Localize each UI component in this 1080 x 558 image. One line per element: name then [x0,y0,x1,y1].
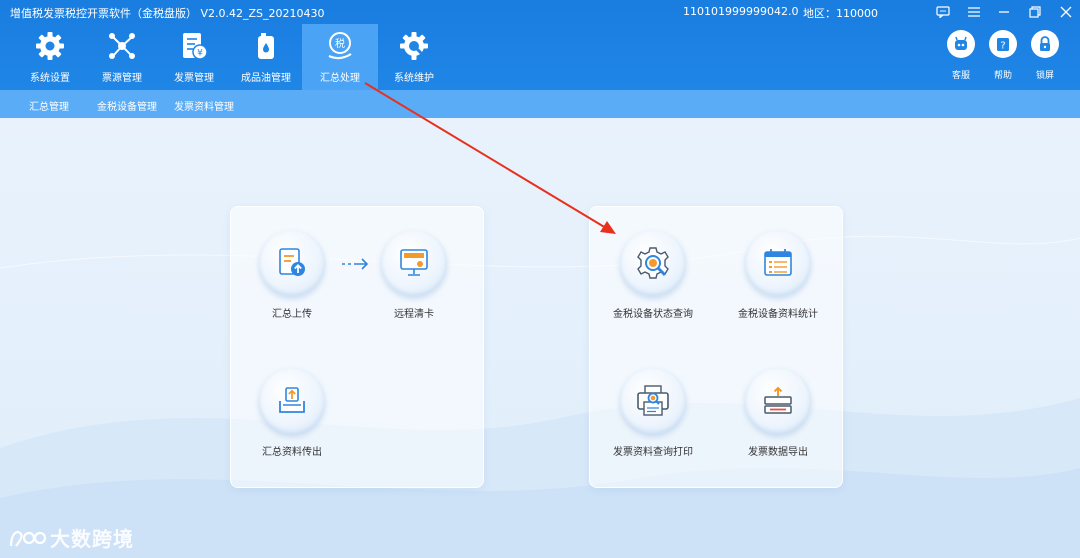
nav-ticket-source[interactable]: 票源管理 [86,24,158,90]
tool-label: 帮助 [993,71,1012,81]
func-label: 发票数据导出 [748,447,808,458]
summary-export-icon [259,368,325,434]
invoice-print-icon [620,368,686,434]
tax-id: 110101999999042.0 [683,5,799,18]
main-nav: 系统设置 票源管理 ¥ 发票管理 成品油管理 税 汇总处理 系统维护 [14,24,450,90]
summary-upload-button[interactable]: 汇总上传 [232,230,352,320]
nav-label: 发票管理 [174,73,214,84]
func-label: 发票资料查询打印 [613,447,693,458]
title-bar: 增值税发票税控开票软件（金税盘版） V2.0.42_ZS_20210430 11… [0,0,1080,24]
invoice-icon: ¥ [178,30,210,62]
background-waves [0,235,1080,558]
func-label: 汇总上传 [272,309,312,320]
svg-text:¥: ¥ [197,49,203,59]
help-button[interactable]: ? 帮助 [988,30,1018,81]
menu-icon[interactable] [965,3,983,21]
func-label: 远程清卡 [394,309,434,320]
nav-system-maintenance[interactable]: 系统维护 [378,24,450,90]
tool-label: 锁屏 [1035,71,1054,81]
minimize-icon[interactable] [995,3,1013,21]
nav-invoice-management[interactable]: ¥ 发票管理 [158,24,230,90]
maintenance-gear-icon [398,30,430,62]
func-label: 金税设备资料统计 [738,309,818,320]
tax-summary-icon: 税 [324,30,356,62]
watermark-text: 大数跨境 [50,527,134,551]
nav-label: 票源管理 [102,73,142,84]
nav-label: 汇总处理 [320,73,360,84]
invoice-data-export-button[interactable]: 发票数据导出 [718,368,838,458]
func-label: 金税设备状态查询 [613,309,693,320]
lock-icon [1031,30,1059,58]
device-status-query-button[interactable]: 金税设备状态查询 [593,230,713,320]
nav-label: 成品油管理 [241,73,291,84]
summary-export-button[interactable]: 汇总资料传出 [232,368,352,458]
nav-label: 系统设置 [30,73,70,84]
func-label: 汇总资料传出 [262,447,322,458]
nav-label: 系统维护 [394,73,434,84]
summary-panel: 汇总上传 远程清卡 汇总资料传出 [230,206,484,488]
watermark-logo-icon [9,530,46,547]
subnav-summary-management[interactable]: 汇总管理 [29,98,69,113]
nav-summary-processing[interactable]: 税 汇总处理 [302,24,378,90]
subnav-invoice-data-management[interactable]: 发票资料管理 [174,98,234,113]
robot-icon [947,30,975,58]
watermark: 大数跨境 [8,523,134,552]
restore-icon[interactable] [1026,3,1044,21]
message-icon[interactable] [934,3,952,21]
svg-text:税: 税 [335,37,345,50]
main-content: 汇总上传 远程清卡 汇总资料传出 金税设备状态查询 金税设备资料统计 发票资料查… [0,118,1080,558]
sub-nav: 汇总管理 金税设备管理 发票资料管理 [0,90,1080,118]
tool-label: 客服 [951,71,970,81]
close-icon[interactable] [1057,3,1075,21]
region-code: 地区：110000 [803,7,878,20]
invoice-print-button[interactable]: 发票资料查询打印 [593,368,713,458]
device-status-query-icon [620,230,686,296]
customer-service-button[interactable]: 客服 [946,30,976,81]
invoice-data-export-icon [745,368,811,434]
top-bar: 增值税发票税控开票软件（金税盘版） V2.0.42_ZS_20210430 11… [0,0,1080,90]
nav-system-settings[interactable]: 系统设置 [14,24,86,90]
summary-upload-icon [259,230,325,296]
svg-text:?: ? [1000,41,1005,52]
device-invoice-panel: 金税设备状态查询 金税设备资料统计 发票资料查询打印 发票数据导出 [589,206,843,488]
help-icon: ? [989,30,1017,58]
network-icon [106,30,138,62]
nav-oil-management[interactable]: 成品油管理 [230,24,302,90]
gear-icon [34,30,66,62]
lock-screen-button[interactable]: 锁屏 [1030,30,1060,81]
right-tools: 客服 ? 帮助 锁屏 [946,30,1060,81]
app-title: 增值税发票税控开票软件（金税盘版） V2.0.42_ZS_20210430 [10,7,325,20]
oil-drum-icon [250,30,282,62]
subnav-device-management[interactable]: 金税设备管理 [97,98,157,113]
device-statistics-button[interactable]: 金税设备资料统计 [718,230,838,320]
device-statistics-icon [745,230,811,296]
remote-clear-card-icon [381,230,447,296]
remote-clear-card-button[interactable]: 远程清卡 [354,230,474,320]
